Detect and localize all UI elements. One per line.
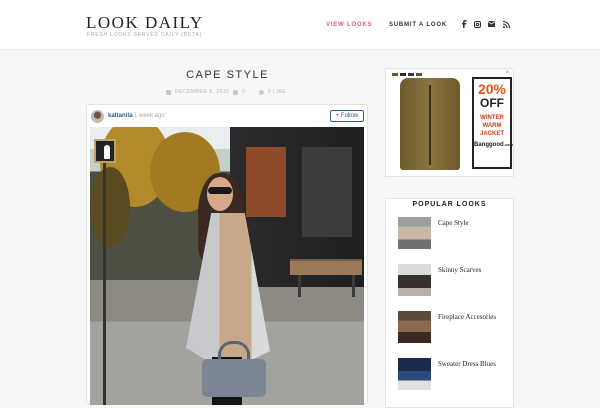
ad-line2: WARM bbox=[482, 123, 502, 129]
heart-icon bbox=[259, 89, 264, 95]
bench-leg bbox=[352, 275, 355, 297]
follow-button[interactable]: + Follow bbox=[330, 110, 364, 122]
post-likes-count: 0 LIKE bbox=[268, 89, 287, 95]
post-date-text: DECEMBER 8, 2015 bbox=[175, 89, 230, 95]
rss-icon[interactable] bbox=[502, 20, 510, 28]
model-face bbox=[207, 177, 233, 211]
post-comments-count: 0 bbox=[242, 89, 246, 95]
facebook-icon[interactable] bbox=[460, 20, 468, 28]
ad-brand-name: Banggood bbox=[474, 142, 504, 148]
tree-foliage bbox=[90, 167, 130, 247]
nav-submit-look[interactable]: SUBMIT A LOOK bbox=[389, 22, 447, 28]
ad-banner[interactable]: 20% OFF WINTER WARM JACKET Banggood.com … bbox=[385, 68, 514, 177]
post-photo[interactable] bbox=[90, 127, 364, 405]
nav-view-looks[interactable]: VIEW LOOKS bbox=[326, 22, 372, 28]
ad-brand: Banggood.com bbox=[474, 142, 514, 148]
list-item[interactable]: Skinny Scarves bbox=[398, 264, 508, 298]
post-age: 1 week ago bbox=[134, 113, 165, 119]
building-window bbox=[302, 147, 352, 237]
instagram-embed: kattanita 1 week ago + Follow bbox=[86, 104, 368, 405]
jacket-zipper bbox=[429, 85, 431, 165]
author-name[interactable]: kattanita bbox=[108, 113, 133, 119]
popular-look-title[interactable]: Skinny Scarves bbox=[438, 266, 481, 274]
site-logo[interactable]: LOOK DAILY bbox=[86, 13, 204, 33]
avatar[interactable] bbox=[91, 110, 104, 123]
clock-icon bbox=[166, 89, 171, 95]
site-header: LOOK DAILY FRESH LOOKS SERVED DAILY (BET… bbox=[0, 0, 600, 50]
embed-header: kattanita 1 week ago + Follow bbox=[87, 105, 367, 127]
ad-percent: 20% bbox=[477, 81, 507, 97]
instagram-icon[interactable] bbox=[473, 20, 481, 28]
widget-title: POPULAR LOOKS bbox=[386, 193, 513, 211]
post-comments[interactable]: 0 bbox=[233, 89, 245, 95]
popular-look-title[interactable]: Fireplace Accesories bbox=[438, 313, 496, 321]
ad-off: OFF bbox=[480, 96, 504, 110]
site-tagline: FRESH LOOKS SERVED DAILY (BETA) bbox=[87, 32, 203, 38]
list-item[interactable]: Cape Style bbox=[398, 217, 508, 251]
ad-offer-box: 20% OFF WINTER WARM JACKET Banggood.com bbox=[472, 77, 514, 169]
mail-icon[interactable] bbox=[487, 20, 495, 28]
list-item[interactable]: Sweater Dress Blues bbox=[398, 358, 508, 392]
handbag bbox=[202, 359, 266, 397]
post-title[interactable]: CAPE STYLE bbox=[86, 69, 369, 81]
ad-line1: WINTER bbox=[480, 115, 504, 121]
popular-look-title[interactable]: Cape Style bbox=[438, 219, 469, 227]
sunglasses bbox=[208, 187, 232, 194]
list-item[interactable]: Fireplace Accesories bbox=[398, 311, 508, 345]
color-swatches bbox=[392, 73, 422, 76]
signal-pole bbox=[103, 163, 106, 405]
post-thumbnail[interactable] bbox=[398, 311, 431, 343]
post-thumbnail[interactable] bbox=[398, 264, 431, 296]
widget-title-text: POPULAR LOOKS bbox=[406, 201, 493, 208]
ad-close-icon[interactable]: × bbox=[504, 70, 511, 77]
ad-line3: JACKET bbox=[479, 131, 504, 137]
bench-leg bbox=[298, 275, 301, 297]
pedestrian-signal-icon bbox=[94, 139, 116, 163]
popular-looks-widget: POPULAR LOOKS Cape Style Skinny Scarves … bbox=[385, 198, 514, 408]
post-thumbnail[interactable] bbox=[398, 358, 431, 390]
bench bbox=[290, 259, 362, 275]
ad-brand-suffix: .com bbox=[503, 142, 514, 147]
post-date: DECEMBER 8, 2015 bbox=[166, 89, 229, 95]
post-likes[interactable]: 0 LIKE bbox=[259, 89, 286, 95]
post-thumbnail[interactable] bbox=[398, 217, 431, 249]
comment-icon bbox=[233, 89, 238, 95]
building-window bbox=[246, 147, 286, 217]
popular-look-title[interactable]: Sweater Dress Blues bbox=[438, 360, 496, 368]
